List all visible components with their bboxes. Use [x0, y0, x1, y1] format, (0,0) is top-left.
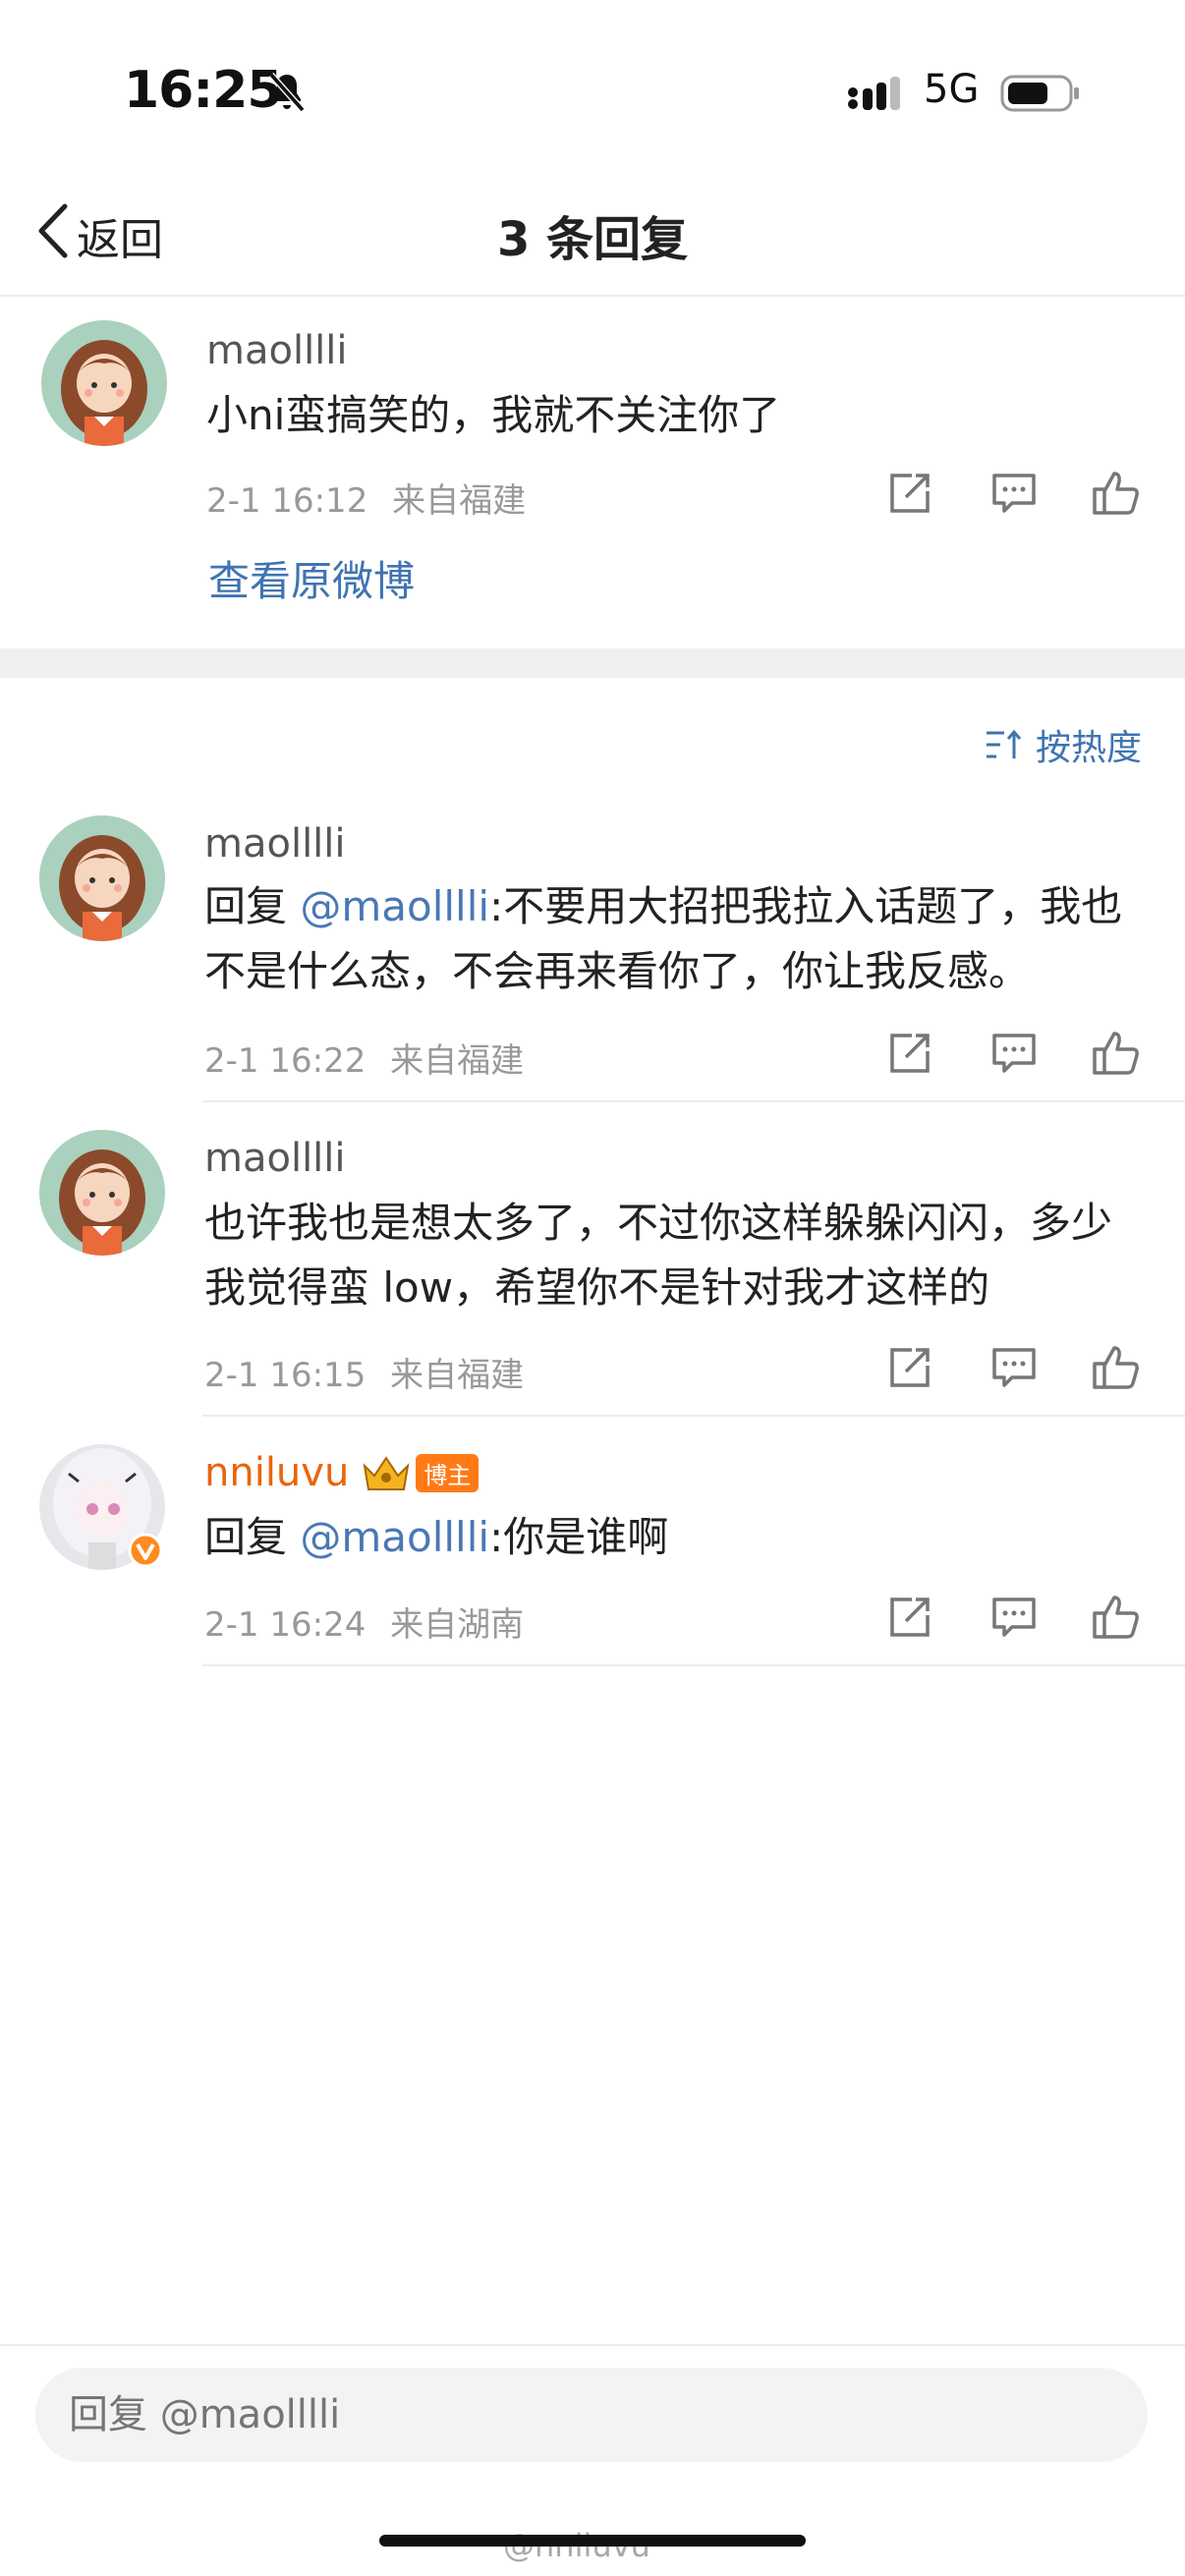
comment-icon[interactable] — [987, 1590, 1042, 1645]
network-type: 5G — [924, 67, 980, 112]
username[interactable]: maolllli — [204, 1136, 346, 1181]
crown-icon — [363, 1456, 410, 1490]
sort-button[interactable]: 按热度 — [985, 719, 1142, 770]
author-badge: 博主 — [416, 1453, 480, 1492]
reply-prefix: 回复 — [204, 1513, 301, 1561]
reply-meta: 2-1 16:15 来自福建 — [204, 1348, 524, 1396]
sort-icon — [986, 729, 1022, 758]
sort-label: 按热度 — [1035, 728, 1142, 768]
comment-meta: 2-1 16:12 来自福建 — [206, 474, 526, 522]
reply-text: 回复 @maolllli:你是谁啊 — [204, 1505, 1128, 1570]
bell-slash-icon — [268, 72, 306, 113]
divider — [202, 1100, 1185, 1102]
like-icon[interactable] — [1089, 1340, 1144, 1395]
reply-time: 2-1 16:22 — [204, 1041, 367, 1081]
share-icon[interactable] — [882, 466, 937, 521]
girl-avatar-icon — [39, 1130, 165, 1256]
username[interactable]: maolllli — [206, 328, 348, 373]
reply-body: :你是谁啊 — [489, 1513, 669, 1561]
avatar[interactable] — [39, 815, 165, 941]
divider — [0, 295, 1185, 297]
reply-source: 来自福建 — [390, 1356, 525, 1395]
share-icon[interactable] — [882, 1026, 937, 1081]
comment-icon[interactable] — [987, 1026, 1042, 1081]
comment-icon[interactable] — [987, 1340, 1042, 1395]
reply-meta: 2-1 16:22 来自福建 — [204, 1034, 524, 1082]
reply-text: 回复 @maolllli:不要用大招把我拉入话题了，我也不是什么态，不会再来看你… — [204, 874, 1128, 1004]
reply-source: 来自福建 — [390, 1041, 525, 1081]
avatar[interactable] — [41, 320, 167, 446]
username-row: nniluvu 博主 — [204, 1450, 480, 1495]
username[interactable]: maolllli — [204, 821, 346, 867]
status-time: 16:25 — [124, 61, 283, 120]
comment-icon[interactable] — [987, 466, 1042, 521]
like-icon[interactable] — [1089, 1590, 1144, 1645]
reply-source: 来自湖南 — [390, 1605, 525, 1645]
comment-text: 小ni蛮搞笑的，我就不关注你了 — [206, 391, 781, 439]
page-title: 3 条回复 — [496, 212, 689, 267]
view-original-link[interactable]: 查看原微博 — [208, 548, 415, 608]
home-indicator[interactable] — [379, 2535, 806, 2547]
like-icon[interactable] — [1089, 1026, 1144, 1081]
girl-avatar-icon — [41, 320, 167, 446]
avatar[interactable] — [39, 1444, 165, 1570]
share-icon[interactable] — [882, 1590, 937, 1645]
mention-link[interactable]: @maolllli — [300, 1513, 489, 1561]
reply-time: 2-1 16:15 — [204, 1356, 367, 1395]
like-icon[interactable] — [1089, 466, 1144, 521]
username[interactable]: nniluvu — [204, 1450, 349, 1495]
reply-time: 2-1 16:24 — [204, 1605, 367, 1645]
reply-meta: 2-1 16:24 来自湖南 — [204, 1597, 524, 1646]
comment-source: 来自福建 — [392, 481, 527, 521]
divider — [202, 1664, 1185, 1666]
battery-icon — [1000, 75, 1079, 112]
comment-time: 2-1 16:12 — [206, 481, 368, 521]
verified-icon — [128, 1533, 163, 1568]
divider — [202, 1415, 1185, 1417]
reply-prefix: 回复 — [204, 882, 301, 930]
section-divider — [0, 648, 1185, 678]
reply-input[interactable] — [35, 2368, 1148, 2462]
girl-avatar-icon — [39, 815, 165, 941]
reply-text: 也许我也是想太多了，不过你这样躲躲闪闪，多少我觉得蛮 low，希望你不是针对我才… — [204, 1199, 1113, 1312]
divider — [0, 2344, 1185, 2346]
avatar[interactable] — [39, 1130, 165, 1256]
signal-icon — [848, 77, 900, 110]
share-icon[interactable] — [882, 1340, 937, 1395]
mention-link[interactable]: @maolllli — [300, 882, 489, 930]
